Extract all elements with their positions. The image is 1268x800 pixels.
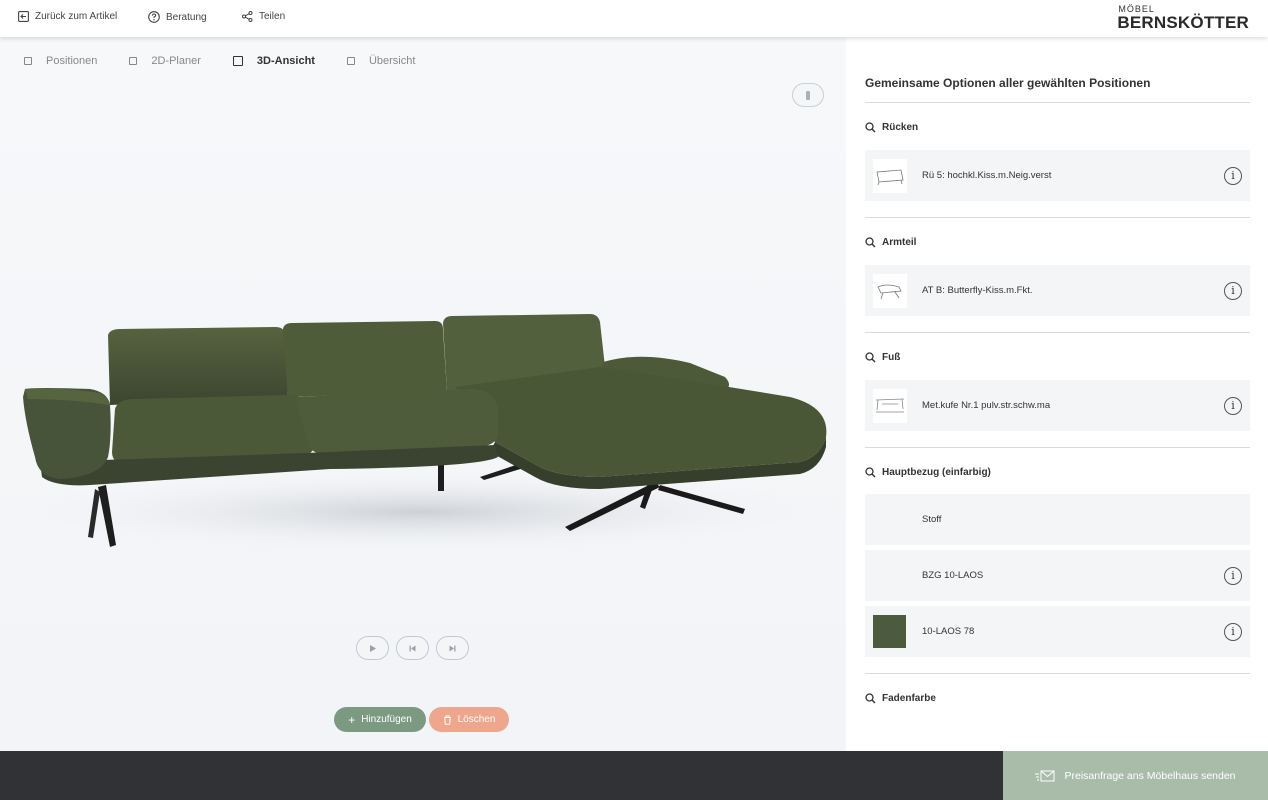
- view-tabs: Positionen 2D-Planer 3D-Ansicht Übersich…: [24, 55, 447, 67]
- logo-main-text: BERNSKÖTTER: [1117, 13, 1249, 32]
- brand-logo[interactable]: MÖBEL BERNSKÖTTER: [1117, 5, 1249, 32]
- tab-label: Positionen: [46, 55, 98, 67]
- play-icon: [370, 644, 376, 652]
- info-icon[interactable]: i: [1224, 166, 1242, 185]
- send-label: Preisanfrage ans Möbelhaus senden: [1064, 769, 1236, 782]
- tab-checkbox-icon: [24, 57, 32, 65]
- tab-label: Übersicht: [368, 55, 416, 67]
- tab-checkbox-icon: [129, 57, 138, 65]
- info-icon[interactable]: i: [1224, 396, 1242, 415]
- section-title: Armteil: [882, 237, 917, 248]
- viewer-toggle-button[interactable]: [792, 83, 824, 107]
- search-icon: [865, 693, 876, 704]
- sofa-3d-render[interactable]: [0, 257, 846, 557]
- info-icon[interactable]: i: [1224, 566, 1242, 585]
- thumbnail-placeholder: [873, 503, 907, 537]
- option-label: Met.kufe Nr.1 pulv.str.schw.ma: [922, 400, 1051, 411]
- tab-3d-ansicht[interactable]: 3D-Ansicht: [232, 55, 315, 67]
- option-label: AT B: Butterfly-Kiss.m.Fkt.: [922, 285, 1033, 296]
- option-label: Rü 5: hochkl.Kiss.m.Neig.verst: [922, 170, 1052, 181]
- divider: [865, 673, 1250, 674]
- tab-checkbox-icon: [346, 57, 355, 65]
- search-icon: [865, 467, 876, 478]
- skip-back-icon: [409, 645, 416, 651]
- info-icon[interactable]: i: [1224, 622, 1242, 641]
- foot-thumbnail-icon: [873, 388, 907, 423]
- option-label: 10-LAOS 78: [922, 626, 975, 637]
- info-icon[interactable]: i: [1224, 281, 1242, 300]
- options-panel: Gemeinsame Optionen aller gewählten Posi…: [846, 37, 1268, 751]
- option-label: BZG 10-LAOS: [922, 570, 984, 581]
- skip-forward-icon: [449, 645, 456, 651]
- option-label: Stoff: [922, 514, 942, 525]
- panel-title: Gemeinsame Optionen aller gewählten Posi…: [865, 76, 1151, 90]
- plus-icon: +: [348, 712, 356, 727]
- mail-send-icon: [1035, 770, 1055, 781]
- section-fuss[interactable]: Fuß: [865, 352, 900, 363]
- search-icon: [865, 352, 876, 363]
- section-armteil[interactable]: Armteil: [865, 237, 916, 248]
- search-icon: [865, 122, 876, 133]
- consultation-label: Beratung: [166, 11, 207, 23]
- add-button[interactable]: + Hinzufügen: [334, 707, 426, 732]
- help-circle-icon: [148, 11, 160, 23]
- section-title: Hauptbezug (einfarbig): [882, 467, 991, 478]
- send-price-request-button[interactable]: Preisanfrage ans Möbelhaus senden: [1003, 751, 1268, 800]
- share-label: Teilen: [259, 11, 286, 22]
- section-title: Fadenfarbe: [882, 693, 936, 704]
- tab-uebersicht[interactable]: Übersicht: [346, 55, 416, 67]
- divider: [865, 447, 1250, 448]
- divider: [865, 102, 1250, 103]
- next-button[interactable]: [436, 636, 469, 660]
- armrest-thumbnail-icon: [873, 273, 907, 308]
- backrest-thumbnail-icon: [873, 158, 907, 193]
- add-label: Hinzufügen: [361, 714, 412, 725]
- option-item[interactable]: Met.kufe Nr.1 pulv.str.schw.ma i: [865, 380, 1250, 431]
- consultation-link[interactable]: Beratung: [148, 11, 207, 23]
- divider: [865, 332, 1250, 333]
- section-hauptbezug[interactable]: Hauptbezug (einfarbig): [865, 467, 991, 478]
- section-fadenfarbe[interactable]: Fadenfarbe: [865, 693, 936, 704]
- fabric-swatch: [873, 615, 906, 648]
- position-actions: + Hinzufügen Löschen: [334, 707, 509, 732]
- toggle-icon: [806, 90, 810, 100]
- previous-button[interactable]: [396, 636, 429, 660]
- back-arrow-icon: [18, 11, 29, 22]
- option-item[interactable]: BZG 10-LAOS i: [865, 550, 1250, 601]
- playback-controls: [356, 636, 476, 660]
- 3d-viewer[interactable]: Positionen 2D-Planer 3D-Ansicht Übersich…: [0, 37, 846, 751]
- share-icon: [242, 11, 253, 22]
- section-ruecken[interactable]: Rücken: [865, 122, 918, 133]
- section-title: Rücken: [882, 122, 919, 133]
- option-item[interactable]: AT B: Butterfly-Kiss.m.Fkt. i: [865, 265, 1250, 316]
- back-label: Zurück zum Artikel: [35, 11, 118, 22]
- delete-label: Löschen: [457, 714, 496, 725]
- divider: [865, 217, 1250, 218]
- section-title: Fuß: [882, 352, 901, 363]
- top-bar: Zurück zum Artikel Beratung Teilen MÖBEL…: [0, 0, 1268, 37]
- tab-label: 3D-Ansicht: [256, 55, 315, 67]
- tab-checkbox-icon: [232, 56, 243, 66]
- delete-button[interactable]: Löschen: [429, 707, 509, 732]
- tab-positionen[interactable]: Positionen: [24, 55, 97, 67]
- option-item[interactable]: Stoff: [865, 494, 1250, 545]
- option-item[interactable]: 10-LAOS 78 i: [865, 606, 1250, 657]
- share-link[interactable]: Teilen: [242, 11, 285, 22]
- play-button[interactable]: [356, 636, 389, 660]
- tab-2d-planer[interactable]: 2D-Planer: [129, 55, 201, 67]
- back-to-article-link[interactable]: Zurück zum Artikel: [18, 11, 117, 22]
- option-item[interactable]: Rü 5: hochkl.Kiss.m.Neig.verst i: [865, 150, 1250, 201]
- search-icon: [865, 237, 876, 248]
- trash-icon: [443, 715, 451, 725]
- thumbnail-placeholder: [873, 559, 907, 593]
- tab-label: 2D-Planer: [151, 55, 201, 67]
